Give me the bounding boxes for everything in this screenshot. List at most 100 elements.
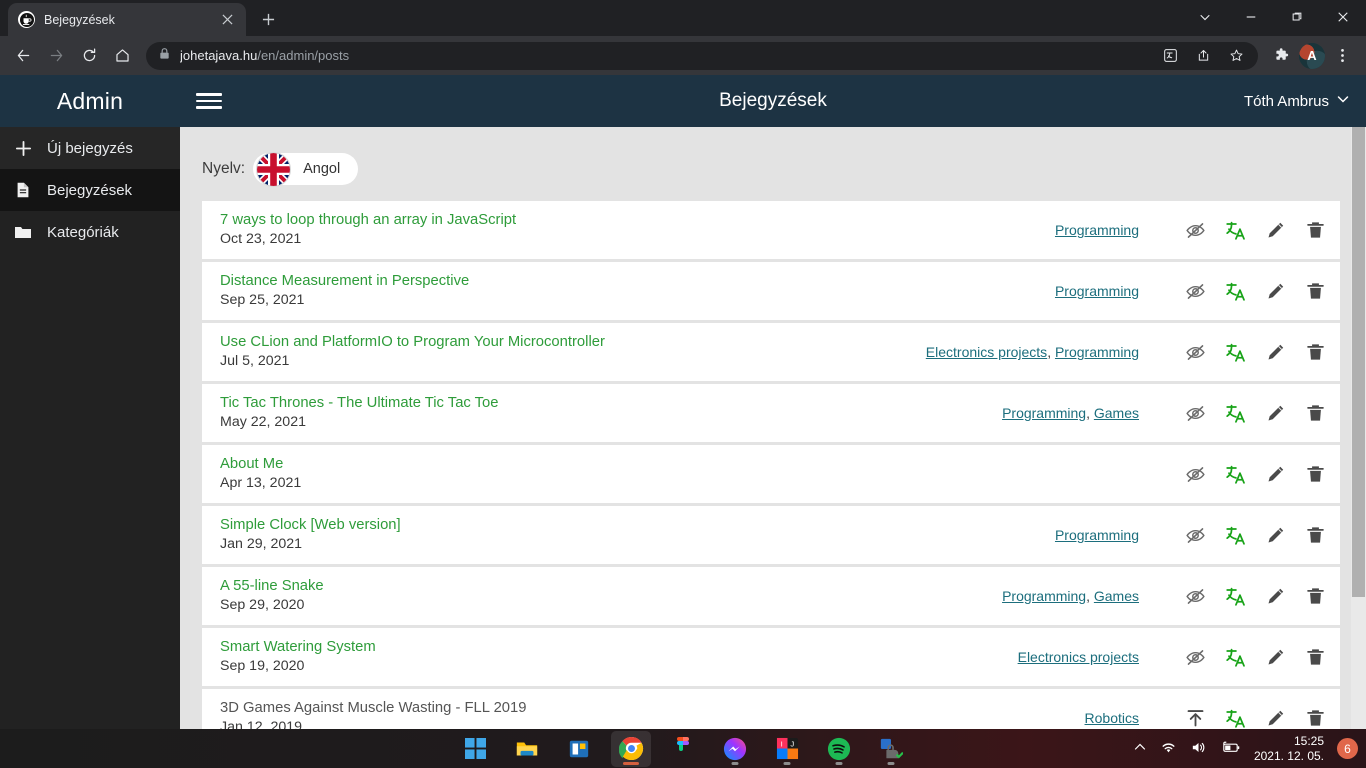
browser-tab[interactable]: Bejegyzések [8, 3, 246, 36]
post-title[interactable]: Tic Tac Thrones - The Ultimate Tic Tac T… [220, 394, 690, 413]
post-title[interactable]: Use CLion and PlatformIO to Program Your… [220, 333, 690, 352]
table-row[interactable]: Tic Tac Thrones - The Ultimate Tic Tac T… [202, 384, 1340, 442]
post-title[interactable]: Distance Measurement in Perspective [220, 272, 690, 291]
unpublish-icon[interactable] [1184, 219, 1206, 241]
close-window-icon[interactable] [1320, 0, 1366, 33]
trash-icon[interactable] [1304, 219, 1326, 241]
notification-badge[interactable]: 6 [1337, 738, 1358, 759]
post-title[interactable]: Smart Watering System [220, 638, 690, 657]
minimize-icon[interactable] [1228, 0, 1274, 33]
pencil-icon[interactable] [1264, 463, 1286, 485]
speaker-icon[interactable] [1190, 740, 1207, 758]
pencil-icon[interactable] [1264, 280, 1286, 302]
google-chrome-icon[interactable] [611, 730, 651, 767]
unpublish-icon[interactable] [1184, 280, 1206, 302]
extensions-icon[interactable] [1266, 40, 1297, 71]
trash-icon[interactable] [1304, 524, 1326, 546]
reload-icon[interactable] [74, 40, 105, 71]
trash-icon[interactable] [1304, 646, 1326, 668]
user-menu[interactable]: Tóth Ambrus [1244, 92, 1350, 110]
page-scrollbar[interactable] [1351, 127, 1366, 729]
translate-icon[interactable] [1224, 524, 1246, 546]
unpublish-icon[interactable] [1184, 524, 1206, 546]
translate-icon[interactable] [1224, 341, 1246, 363]
maximize-icon[interactable] [1274, 0, 1320, 33]
trash-icon[interactable] [1304, 341, 1326, 363]
figma-icon[interactable] [663, 731, 703, 767]
category-link[interactable]: Electronics projects [1018, 649, 1139, 665]
category-link[interactable]: Programming [1055, 283, 1139, 299]
spotify-icon[interactable] [819, 731, 859, 767]
scrollbar-thumb[interactable] [1352, 127, 1365, 597]
table-row[interactable]: Use CLion and PlatformIO to Program Your… [202, 323, 1340, 381]
pencil-icon[interactable] [1264, 341, 1286, 363]
unpublish-icon[interactable] [1184, 463, 1206, 485]
language-pill[interactable]: Angol [253, 151, 359, 187]
trash-icon[interactable] [1304, 402, 1326, 424]
table-row[interactable]: A 55-line Snake Sep 29, 2020 Programming, … [202, 567, 1340, 625]
publish-icon[interactable] [1184, 707, 1206, 729]
trash-icon[interactable] [1304, 280, 1326, 302]
translate-icon[interactable] [1224, 219, 1246, 241]
start-button[interactable] [455, 731, 495, 767]
close-icon[interactable] [218, 11, 236, 29]
unpublish-icon[interactable] [1184, 341, 1206, 363]
post-title[interactable]: 3D Games Against Muscle Wasting - FLL 20… [220, 699, 690, 718]
category-link[interactable]: Programming [1055, 344, 1139, 360]
table-row[interactable]: About Me Apr 13, 2021 [202, 445, 1340, 503]
battery-charging-icon[interactable] [1220, 740, 1241, 758]
category-link[interactable]: Games [1094, 405, 1139, 421]
table-row[interactable]: 3D Games Against Muscle Wasting - FLL 20… [202, 689, 1340, 729]
post-title[interactable]: 7 ways to loop through an array in JavaS… [220, 211, 690, 230]
sidebar-item-categories[interactable]: Kategóriák [0, 211, 180, 253]
trash-icon[interactable] [1304, 585, 1326, 607]
pencil-icon[interactable] [1264, 402, 1286, 424]
trash-icon[interactable] [1304, 707, 1326, 729]
trash-icon[interactable] [1304, 463, 1326, 485]
menu-icon[interactable] [1327, 40, 1358, 71]
post-title[interactable]: A 55-line Snake [220, 577, 690, 596]
pencil-icon[interactable] [1264, 219, 1286, 241]
category-link[interactable]: Programming [1055, 222, 1139, 238]
unpublish-icon[interactable] [1184, 646, 1206, 668]
category-link[interactable]: Programming [1002, 588, 1086, 604]
security-app-icon[interactable] [871, 731, 911, 767]
bookmark-star-icon[interactable] [1221, 40, 1252, 71]
unpublish-icon[interactable] [1184, 585, 1206, 607]
forward-icon[interactable] [41, 40, 72, 71]
language-selector[interactable]: Nyelv: Angol [202, 127, 1340, 201]
hamburger-icon[interactable] [196, 93, 222, 109]
back-icon[interactable] [8, 40, 39, 71]
pencil-icon[interactable] [1264, 585, 1286, 607]
file-explorer-icon[interactable] [507, 731, 547, 767]
translate-icon[interactable] [1224, 402, 1246, 424]
address-bar[interactable]: johetajava.hu/en/admin/posts [146, 40, 1258, 71]
sidebar-item-posts[interactable]: Bejegyzések [0, 169, 180, 211]
category-link[interactable]: Programming [1002, 405, 1086, 421]
translate-icon[interactable] [1224, 707, 1246, 729]
chevron-up-icon[interactable] [1133, 740, 1147, 757]
pencil-icon[interactable] [1264, 646, 1286, 668]
microsoft-store-icon[interactable] [559, 731, 599, 767]
post-title[interactable]: About Me [220, 455, 690, 474]
translate-icon[interactable] [1224, 646, 1246, 668]
table-row[interactable]: Smart Watering System Sep 19, 2020 Electro… [202, 628, 1340, 686]
translate-icon[interactable] [1224, 463, 1246, 485]
messenger-icon[interactable] [715, 731, 755, 767]
new-tab-button[interactable] [254, 5, 282, 33]
category-link[interactable]: Games [1094, 588, 1139, 604]
table-row[interactable]: Distance Measurement in Perspective Sep 2… [202, 262, 1340, 320]
pencil-icon[interactable] [1264, 707, 1286, 729]
category-link[interactable]: Electronics projects [926, 344, 1047, 360]
table-row[interactable]: Simple Clock [Web version] Jan 29, 2021 Pr… [202, 506, 1340, 564]
wifi-icon[interactable] [1160, 740, 1177, 758]
post-title[interactable]: Simple Clock [Web version] [220, 516, 690, 535]
unpublish-icon[interactable] [1184, 402, 1206, 424]
category-link[interactable]: Robotics [1085, 710, 1139, 726]
chevron-down-icon[interactable] [1182, 0, 1228, 33]
category-link[interactable]: Programming [1055, 527, 1139, 543]
clock[interactable]: 15:25 2021. 12. 05. [1254, 734, 1324, 764]
translate-icon[interactable] [1224, 585, 1246, 607]
intellij-idea-icon[interactable]: IJ [767, 731, 807, 767]
share-icon[interactable] [1188, 40, 1219, 71]
